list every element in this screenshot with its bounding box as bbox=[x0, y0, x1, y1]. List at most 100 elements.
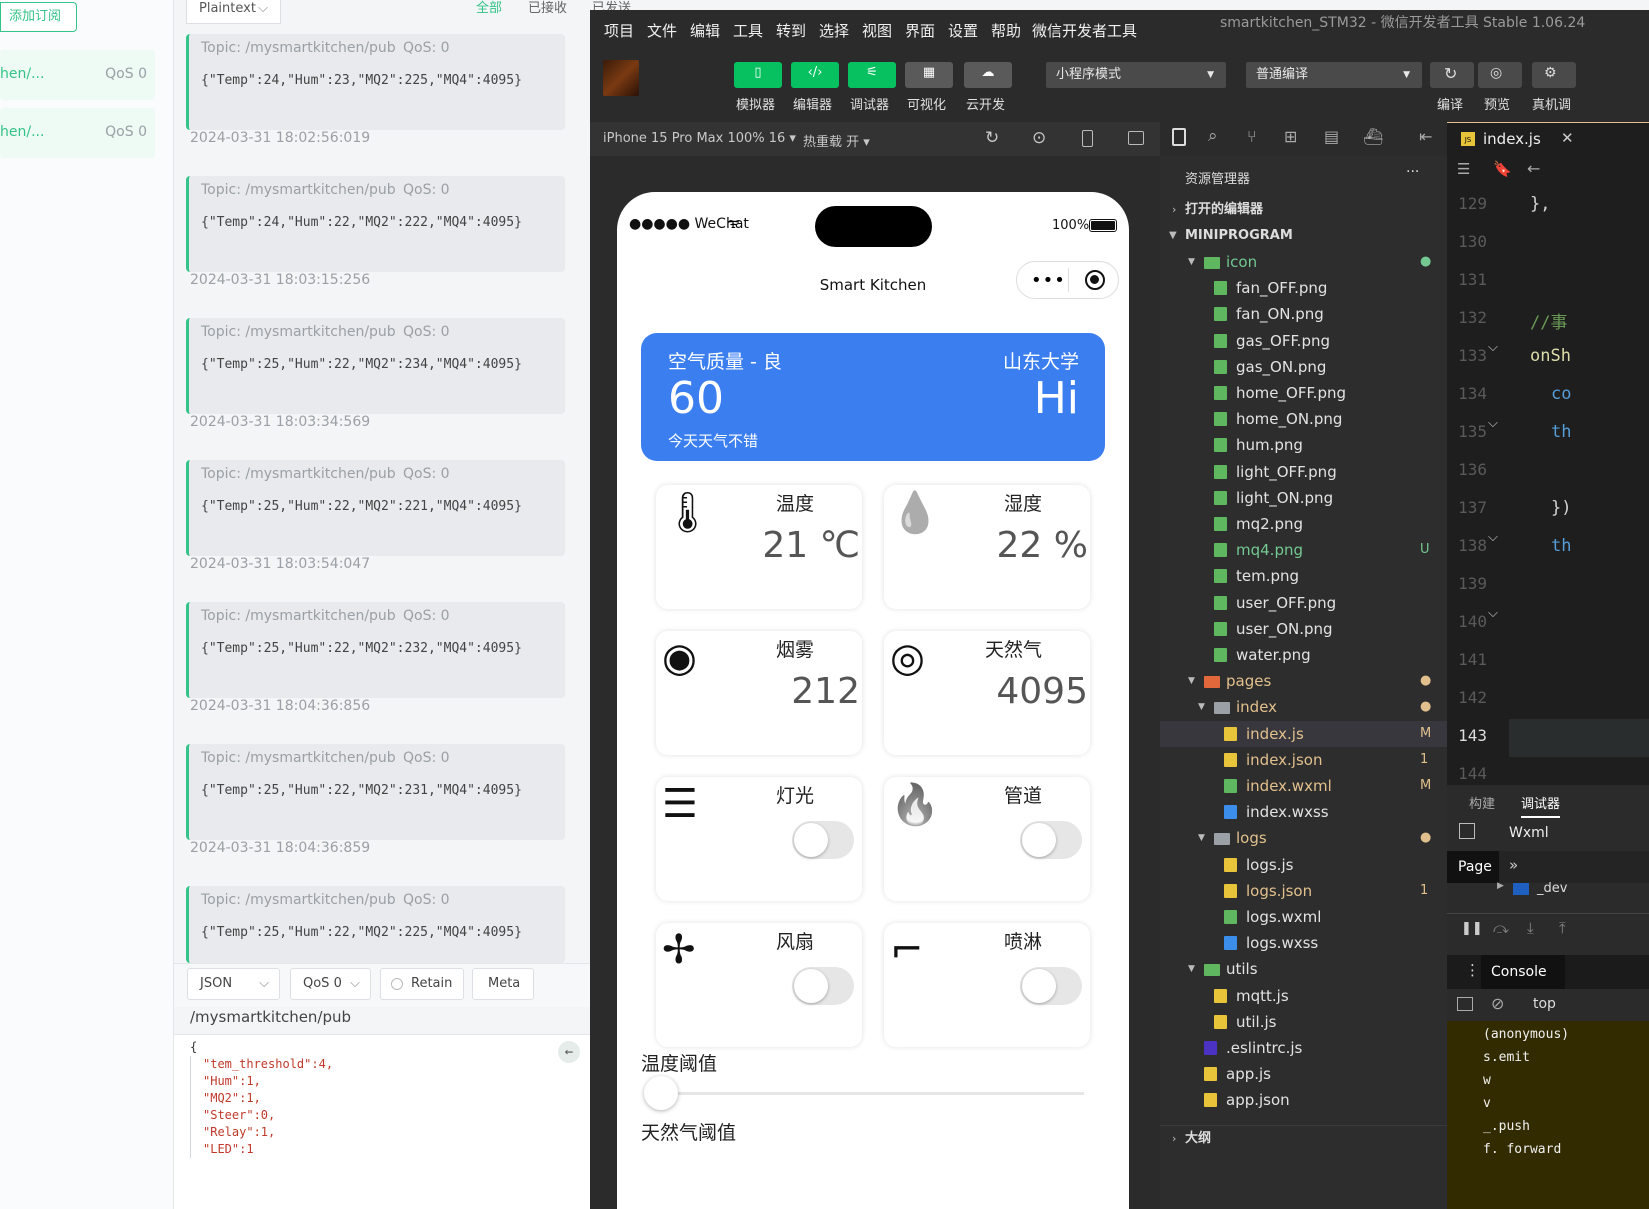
temp-threshold-handle[interactable] bbox=[644, 1076, 678, 1110]
tree-item[interactable]: mq4.png U bbox=[1160, 537, 1447, 563]
meta-button[interactable]: Meta bbox=[472, 968, 534, 1000]
stack-frame[interactable]: s.emit bbox=[1483, 1046, 1569, 1069]
menu-item[interactable]: 界面 bbox=[905, 20, 935, 41]
tree-item[interactable]: water.png bbox=[1160, 642, 1447, 668]
mode-select[interactable]: 小程序模式 ▼ bbox=[1046, 62, 1226, 88]
tab-build[interactable]: 构建 bbox=[1469, 793, 1495, 812]
page-tab[interactable]: Page bbox=[1447, 851, 1499, 883]
tree-item[interactable]: fan_ON.png bbox=[1160, 301, 1447, 327]
message-card[interactable]: Topic: /mysmartkitchen/pub QoS: 0 {"Temp":… bbox=[186, 602, 565, 698]
caret-right-icon[interactable]: ▶ bbox=[1497, 881, 1504, 891]
tree-item[interactable]: light_ON.png bbox=[1160, 485, 1447, 511]
dev-node[interactable]: _dev bbox=[1537, 881, 1567, 896]
menu-item[interactable]: 微信开发者工具 bbox=[1032, 20, 1137, 41]
close-icon[interactable]: ✕ bbox=[1561, 129, 1574, 147]
message-card[interactable]: Topic: /mysmartkitchen/pub QoS: 0 {"Temp":… bbox=[186, 744, 565, 840]
retain-checkbox[interactable]: Retain bbox=[380, 968, 464, 1000]
fold-chevron-icon[interactable]: ⌵ bbox=[1488, 530, 1498, 545]
tree-item[interactable]: index.js M bbox=[1160, 720, 1447, 747]
menu-item[interactable]: 视图 bbox=[862, 20, 892, 41]
tree-item[interactable]: logs.wxss bbox=[1160, 930, 1447, 956]
message-card[interactable]: Topic: /mysmartkitchen/pub QoS: 0 {"Temp":… bbox=[186, 886, 565, 963]
storage-icon[interactable]: ▤ bbox=[1324, 127, 1339, 146]
menu-item[interactable]: 文件 bbox=[647, 20, 677, 41]
tree-item[interactable]: home_ON.png bbox=[1160, 406, 1447, 432]
publish-qos-select[interactable]: QoS 0 ⌵ bbox=[290, 968, 371, 1000]
preview-button[interactable]: ◎ bbox=[1478, 62, 1522, 88]
sensor-tile[interactable]: ◎ 天然气 4095 bbox=[884, 631, 1090, 755]
stack-frame[interactable]: w bbox=[1483, 1069, 1569, 1092]
step-over-icon[interactable]: ⤼ bbox=[1493, 919, 1509, 937]
step-out-icon[interactable]: ⤒ bbox=[1559, 919, 1566, 937]
stack-frame[interactable]: v bbox=[1483, 1092, 1569, 1115]
menu-item[interactable]: 工具 bbox=[733, 20, 763, 41]
tree-item[interactable]: .eslintrc.js bbox=[1160, 1035, 1447, 1061]
stop-icon[interactable]: ⊙ bbox=[1032, 128, 1046, 148]
tree-item[interactable]: mq2.png bbox=[1160, 511, 1447, 537]
message-card[interactable]: Topic: /mysmartkitchen/pub QoS: 0 {"Temp":… bbox=[186, 176, 565, 272]
tree-item[interactable]: tem.png bbox=[1160, 563, 1447, 589]
more-vertical-icon[interactable]: ⋮ bbox=[1465, 961, 1480, 979]
window-icon[interactable] bbox=[1128, 131, 1144, 145]
refresh-icon[interactable]: ↻ bbox=[985, 128, 999, 148]
stack-frame[interactable]: f. forward bbox=[1483, 1138, 1569, 1161]
files-icon[interactable] bbox=[1172, 128, 1186, 146]
tab-debugger[interactable]: 调试器 bbox=[1521, 793, 1561, 818]
menu-item[interactable]: 选择 bbox=[819, 20, 849, 41]
tree-item[interactable]: index.wxml M bbox=[1160, 773, 1447, 799]
menu-item[interactable]: 帮助 bbox=[991, 20, 1021, 41]
tree-item[interactable]: logs.js bbox=[1160, 852, 1447, 878]
toolbar-code-button[interactable]: ‹/› bbox=[791, 62, 839, 88]
capsule-menu[interactable]: ••• bbox=[1016, 261, 1119, 299]
tree-item[interactable]: logs.wxml bbox=[1160, 904, 1447, 930]
bookmark-icon[interactable]: 🔖 bbox=[1493, 160, 1512, 178]
more-icon[interactable]: ••• bbox=[1031, 270, 1066, 291]
step-into-icon[interactable]: ⤓ bbox=[1527, 919, 1534, 937]
message-card[interactable]: Topic: /mysmartkitchen/pub QoS: 0 {"Temp":… bbox=[186, 34, 565, 130]
tree-item[interactable]: ▼ utils bbox=[1160, 956, 1447, 982]
payload-format-select[interactable]: Plaintext ⌵ bbox=[186, 0, 281, 24]
message-card[interactable]: Topic: /mysmartkitchen/pub QoS: 0 {"Temp":… bbox=[186, 460, 565, 556]
sensor-tile[interactable]: 🔥 管道 bbox=[884, 777, 1090, 901]
toolbar-phone-button[interactable]: ▯ bbox=[734, 62, 782, 88]
menu-item[interactable]: 编辑 bbox=[690, 20, 720, 41]
fold-chevron-icon[interactable]: ⌵ bbox=[1488, 416, 1498, 431]
clear-console-icon[interactable]: ⊘ bbox=[1491, 994, 1504, 1013]
tree-item[interactable]: home_OFF.png bbox=[1160, 380, 1447, 406]
arrow-left-icon[interactable]: ← bbox=[558, 1041, 580, 1063]
add-subscription-button[interactable]: 添加订阅 bbox=[0, 2, 77, 32]
chevrons-right-icon[interactable]: » bbox=[1509, 856, 1518, 874]
toolbar-debugger-button[interactable]: ⚟ bbox=[848, 62, 896, 88]
tree-item[interactable]: util.js bbox=[1160, 1009, 1447, 1035]
menu-item[interactable]: 项目 bbox=[604, 20, 634, 41]
tree-item[interactable]: ▼ logs ● bbox=[1160, 825, 1447, 851]
tree-item[interactable]: ▼ index ● bbox=[1160, 694, 1447, 720]
remote-debug-button[interactable]: ⚙ bbox=[1532, 62, 1576, 88]
source-control-icon[interactable]: ⑂ bbox=[1247, 127, 1257, 146]
docker-icon[interactable]: ⛴ bbox=[1363, 127, 1383, 146]
tree-item[interactable]: ▼ icon ● bbox=[1160, 249, 1447, 275]
pause-icon[interactable]: ❚❚ bbox=[1461, 921, 1483, 936]
fold-chevron-icon[interactable]: ⌵ bbox=[1488, 340, 1498, 355]
tree-item[interactable]: ▼ pages ● bbox=[1160, 668, 1447, 694]
compile-button[interactable]: ↻ bbox=[1430, 62, 1474, 88]
tree-item[interactable]: app.js bbox=[1160, 1061, 1447, 1087]
tree-item[interactable]: gas_ON.png bbox=[1160, 354, 1447, 380]
tree-item[interactable]: user_ON.png bbox=[1160, 616, 1447, 642]
miniprogram-section[interactable]: ▼ MINIPROGRAM bbox=[1160, 223, 1447, 249]
compile-select[interactable]: 普通编译 ▼ bbox=[1246, 62, 1422, 88]
sensor-tile[interactable]: ✢ 风扇 bbox=[656, 923, 862, 1047]
extensions-icon[interactable]: ⊞ bbox=[1284, 127, 1297, 146]
outline-section[interactable]: › 大纲 bbox=[1160, 1125, 1447, 1151]
menu-item[interactable]: 转到 bbox=[776, 20, 806, 41]
sensor-tile[interactable]: ☰ 灯光 bbox=[656, 777, 862, 901]
tree-item[interactable]: logs.json 1 bbox=[1160, 878, 1447, 904]
context-select[interactable]: top bbox=[1533, 996, 1556, 1012]
tree-item[interactable]: light_OFF.png bbox=[1160, 459, 1447, 485]
menu-item[interactable]: 设置 bbox=[948, 20, 978, 41]
tile-toggle[interactable] bbox=[792, 821, 854, 859]
console-tab[interactable]: Console bbox=[1481, 955, 1565, 989]
hot-reload-toggle[interactable]: 热重载 开 ▾ bbox=[803, 131, 870, 150]
list-icon[interactable]: ☰ bbox=[1457, 160, 1470, 178]
open-editors-section[interactable]: › 打开的编辑器 bbox=[1160, 197, 1447, 223]
